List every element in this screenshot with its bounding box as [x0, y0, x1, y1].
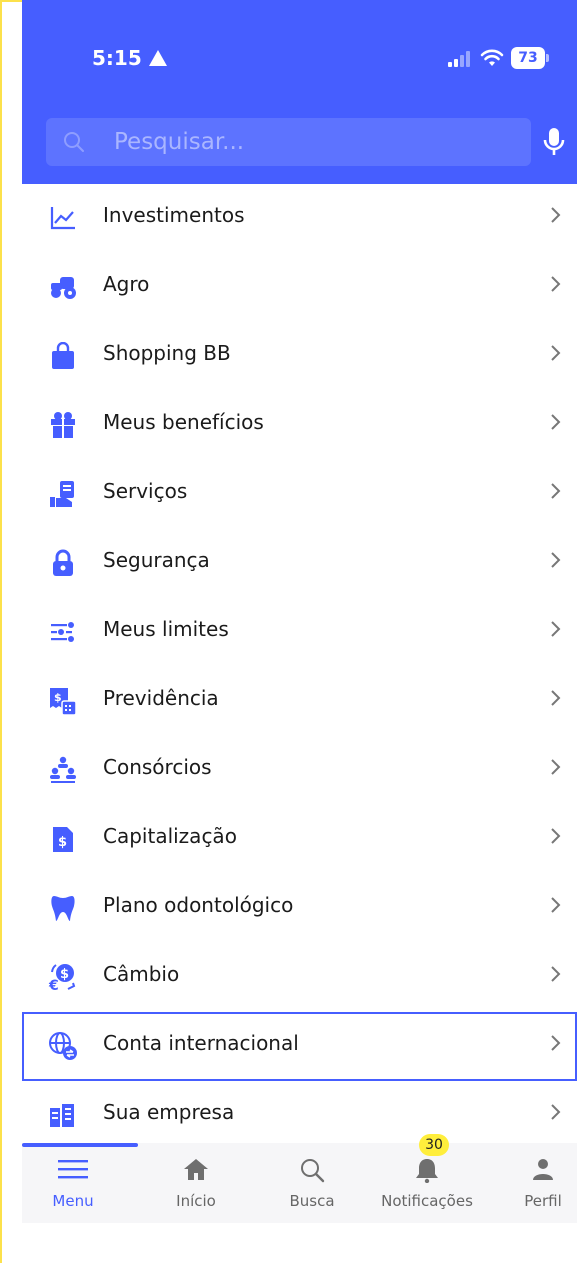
sliders-icon [48, 617, 78, 647]
menu-item-consorcios[interactable]: Consórcios [22, 736, 577, 805]
nav-tab-menu[interactable]: Menu [36, 1143, 110, 1223]
menu-item-label: Sua empresa [103, 1100, 235, 1124]
menu-item-plano-odontologico[interactable]: Plano odontológico [22, 874, 577, 943]
battery-icon: 73 [511, 47, 545, 69]
nav-tab-perfil[interactable]: Perfil [512, 1143, 574, 1223]
menu-item-label: Plano odontológico [103, 893, 294, 917]
tooth-icon [48, 893, 78, 923]
nav-label: Notificações [381, 1192, 473, 1210]
nav-tab-inicio[interactable]: Início [158, 1143, 234, 1223]
home-icon [184, 1159, 208, 1180]
dollar-document-icon: $ [48, 824, 78, 854]
menu-item-label: Câmbio [103, 962, 180, 986]
menu-item-seguranca[interactable]: Segurança [22, 529, 577, 598]
svg-text:€: € [48, 978, 59, 992]
chevron-right-icon [551, 345, 561, 361]
chevron-right-icon [551, 621, 561, 637]
menu-item-agro[interactable]: Agro [22, 253, 577, 322]
wifi-icon [480, 49, 504, 66]
chevron-right-icon [551, 690, 561, 706]
buildings-icon [48, 1100, 78, 1130]
nav-label: Início [176, 1192, 216, 1210]
nav-label: Menu [52, 1192, 94, 1210]
chevron-right-icon [551, 276, 561, 292]
menu-item-label: Agro [103, 272, 150, 296]
search-icon [64, 132, 84, 152]
menu-item-capitalizacao[interactable]: $ Capitalização [22, 805, 577, 874]
menu-item-label: Meus benefícios [103, 410, 264, 434]
battery-nub [546, 54, 549, 62]
cell-signal-icon [448, 51, 470, 67]
menu-item-cambio[interactable]: $ € Câmbio [22, 943, 577, 1012]
menu-item-meus-beneficios[interactable]: Meus benefícios [22, 391, 577, 460]
hand-document-icon [48, 479, 78, 509]
menu-item-label: Consórcios [103, 755, 212, 779]
header: 5:15 73 [22, 0, 577, 184]
microphone-icon[interactable] [541, 126, 567, 158]
chevron-right-icon [551, 759, 561, 775]
lock-icon [48, 548, 78, 578]
menu-item-label: Capitalização [103, 824, 237, 848]
tractor-icon [48, 272, 78, 302]
search-icon [301, 1159, 325, 1183]
people-group-icon [48, 755, 78, 785]
receipt-calculator-icon: $ [48, 686, 78, 716]
menu-item-sua-empresa[interactable]: Sua empresa [22, 1081, 577, 1150]
search-bar[interactable] [46, 118, 531, 166]
chevron-right-icon [551, 552, 561, 568]
bell-icon [416, 1159, 438, 1183]
svg-text:$: $ [60, 967, 69, 982]
menu-item-label: Shopping BB [103, 341, 231, 365]
chevron-right-icon [551, 207, 561, 223]
chevron-right-icon [551, 483, 561, 499]
hamburger-menu-icon [58, 1160, 88, 1179]
chevron-right-icon [551, 897, 561, 913]
menu-item-previdencia[interactable]: $ Previdência [22, 667, 577, 736]
menu-item-label: Previdência [103, 686, 219, 710]
chart-line-icon [48, 203, 78, 233]
menu-item-investimentos[interactable]: Investimentos [22, 184, 577, 253]
menu-item-servicos[interactable]: Serviços [22, 460, 577, 529]
person-icon [533, 1159, 553, 1180]
chevron-right-icon [551, 414, 561, 430]
bottom-navigation: Menu Início Busca Notificações Perfil 30 [22, 1134, 577, 1223]
nav-tab-busca[interactable]: Busca [274, 1143, 350, 1223]
globe-exchange-icon [48, 1031, 78, 1061]
menu-item-label: Serviços [103, 479, 188, 503]
menu-item-conta-internacional[interactable]: Conta internacional [22, 1012, 577, 1081]
chevron-right-icon [551, 1035, 561, 1051]
location-arrow-icon [149, 50, 167, 66]
status-time: 5:15 [92, 46, 142, 70]
menu-list: Investimentos Agro Shopping BB Meus bene… [22, 184, 577, 1150]
menu-item-label: Meus limites [103, 617, 229, 641]
svg-text:$: $ [54, 691, 62, 704]
menu-item-label: Conta internacional [103, 1031, 299, 1055]
gift-icon [48, 410, 78, 440]
notification-badge: 30 [419, 1134, 449, 1156]
menu-item-meus-limites[interactable]: Meus limites [22, 598, 577, 667]
menu-item-shopping-bb[interactable]: Shopping BB [22, 322, 577, 391]
chevron-right-icon [551, 1104, 561, 1120]
chevron-right-icon [551, 828, 561, 844]
shopping-bag-icon [48, 341, 78, 371]
svg-text:$: $ [58, 835, 67, 850]
nav-label: Busca [289, 1192, 335, 1210]
menu-item-label: Segurança [103, 548, 210, 572]
menu-item-label: Investimentos [103, 203, 245, 227]
search-input[interactable] [114, 118, 514, 166]
currency-exchange-icon: $ € [48, 962, 78, 992]
nav-label: Perfil [524, 1192, 562, 1210]
chevron-right-icon [551, 966, 561, 982]
